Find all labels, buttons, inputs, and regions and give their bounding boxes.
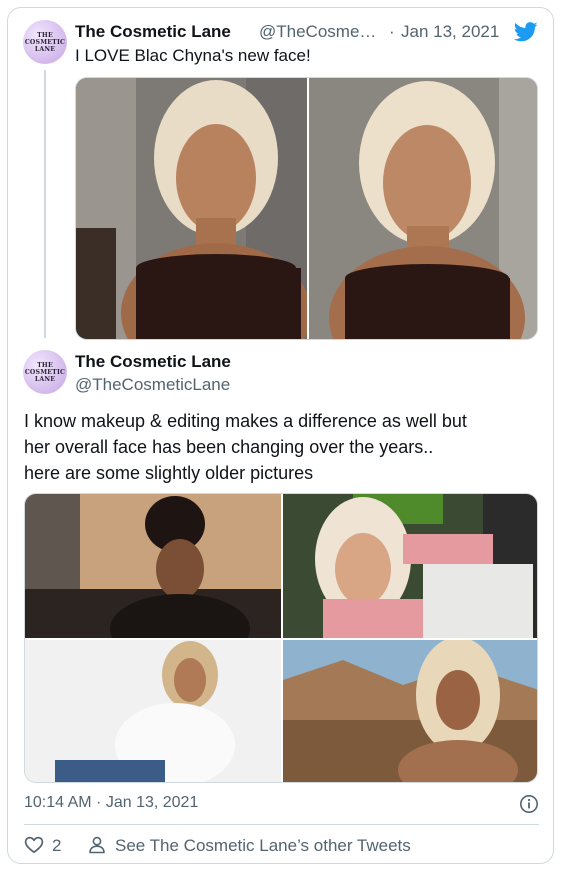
quoted-tweet-date[interactable]: Jan 13, 2021 xyxy=(401,22,499,42)
tweet-text-line: here are some slightly older pictures xyxy=(24,463,314,483)
footer-divider xyxy=(24,824,539,825)
tweet-text: I know makeup & editing makes a differen… xyxy=(24,408,544,486)
info-icon[interactable] xyxy=(519,794,539,814)
author-handle[interactable]: @TheCosmeticLane xyxy=(75,375,230,395)
avatar-text-line: COSMETIC xyxy=(24,369,66,376)
author-name[interactable]: The Cosmetic Lane xyxy=(75,352,231,372)
avatar-text-line: THE xyxy=(37,32,53,39)
tweet-text-line: I know makeup & editing makes a differen… xyxy=(24,411,467,431)
like-count[interactable]: 2 xyxy=(52,836,61,856)
tweet-text-line: her overall face has been changing over … xyxy=(24,437,434,457)
quoted-tweet-text: I LOVE Blac Chyna's new face! xyxy=(75,46,311,65)
tweet-timestamp[interactable]: 10:14 AM · Jan 13, 2021 xyxy=(24,794,198,812)
quoted-author-name[interactable]: The Cosmetic Lane xyxy=(75,22,231,42)
separator-dot: · xyxy=(389,22,395,41)
avatar-text-line: THE xyxy=(37,362,53,369)
avatar[interactable]: THE COSMETIC LANE xyxy=(23,350,67,394)
photo-after[interactable] xyxy=(309,78,537,339)
photo-bottom-right[interactable] xyxy=(283,640,537,782)
photo-top-left[interactable] xyxy=(25,494,281,638)
quoted-tweet-media[interactable] xyxy=(75,77,538,340)
avatar[interactable]: THE COSMETIC LANE xyxy=(23,20,67,64)
thread-connector-line xyxy=(44,70,46,338)
photo-bottom-left[interactable] xyxy=(25,640,281,782)
heart-icon[interactable] xyxy=(24,835,44,855)
tweet-media-grid[interactable] xyxy=(24,493,538,783)
avatar-text-line: COSMETIC xyxy=(24,39,66,46)
avatar-text-line: LANE xyxy=(34,46,56,53)
twitter-bird-icon[interactable] xyxy=(514,22,538,42)
photo-top-right[interactable] xyxy=(283,494,537,638)
quoted-author-handle[interactable]: @TheCosme… xyxy=(259,22,376,42)
person-icon[interactable] xyxy=(87,835,107,855)
avatar-text-line: LANE xyxy=(34,376,56,383)
see-other-tweets-link[interactable]: See The Cosmetic Lane’s other Tweets xyxy=(115,836,411,856)
photo-before[interactable] xyxy=(76,78,307,339)
